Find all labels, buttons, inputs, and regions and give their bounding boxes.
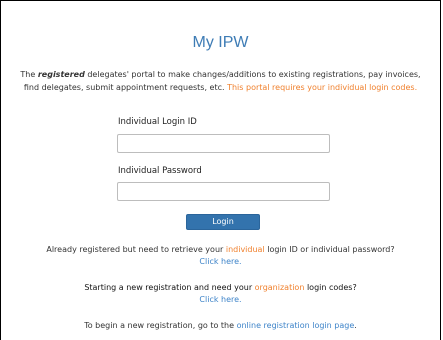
begin-part2: . [354,321,357,330]
retrieve-part2: login ID or individual password? [264,245,395,254]
login-button[interactable]: Login [186,214,260,230]
intro-text: The registered delegates' portal to make… [17,69,424,94]
intro-highlight: This portal requires your individual log… [227,82,418,92]
password-label: Individual Password [118,166,202,176]
new-reg-click-here-link[interactable]: Click here. [199,295,241,304]
intro-part1: The [20,70,38,79]
new-registration-text: Starting a new registration and need you… [41,282,400,306]
new-reg-highlight: organization [254,283,305,292]
new-reg-part1: Starting a new registration and need you… [84,283,255,292]
login-id-input[interactable] [117,134,330,153]
login-id-label: Individual Login ID [118,117,197,127]
login-panel: My IPW The registered delegates' portal … [0,0,441,340]
retrieve-credentials-text: Already registered but need to retrieve … [41,244,400,268]
new-reg-part2: login codes? [304,283,357,292]
online-registration-link[interactable]: online registration login page [237,321,355,330]
begin-registration-text: To begin a new registration, go to the o… [41,320,400,332]
intro-emphasis: registered [37,70,85,79]
retrieve-highlight: individual [225,245,265,254]
password-input[interactable] [117,182,330,201]
begin-part1: To begin a new registration, go to the [84,321,237,330]
retrieve-part1: Already registered but need to retrieve … [46,245,226,254]
page-title: My IPW [192,34,249,51]
retrieve-click-here-link[interactable]: Click here. [199,257,241,266]
